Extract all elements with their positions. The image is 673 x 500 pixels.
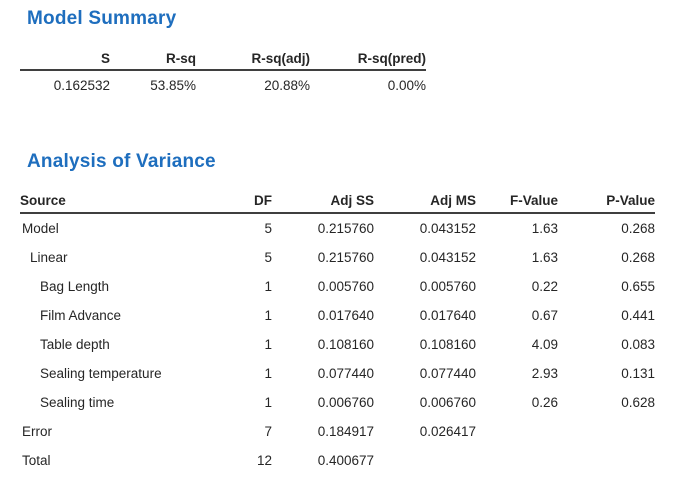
- df-cell: 5: [235, 213, 272, 242]
- column-header-source: Source: [20, 187, 235, 213]
- source-cell: Total: [20, 445, 235, 474]
- p-value-cell: 0.628: [558, 387, 655, 416]
- f-value-cell: 4.09: [476, 329, 558, 358]
- table-row: Sealing time10.0067600.0067600.260.628: [20, 387, 655, 416]
- table-row: 0.162532 53.85% 20.88% 0.00%: [20, 70, 426, 97]
- table-row: Model50.2157600.0431521.630.268: [20, 213, 655, 242]
- source-cell: Table depth: [20, 329, 235, 358]
- df-cell: 1: [235, 329, 272, 358]
- s-value-cell: 0.162532: [20, 70, 110, 97]
- source-cell: Model: [20, 213, 235, 242]
- f-value-cell: 2.93: [476, 358, 558, 387]
- df-cell: 12: [235, 445, 272, 474]
- p-value-cell: [558, 416, 655, 445]
- adj-ms-cell: 0.017640: [374, 300, 476, 329]
- p-value-cell: 0.083: [558, 329, 655, 358]
- table-row: Total120.400677: [20, 445, 655, 474]
- p-value-cell: 0.268: [558, 242, 655, 271]
- model-summary-table: S R-sq R-sq(adj) R-sq(pred) 0.162532 53.…: [20, 46, 426, 97]
- header-row: S R-sq R-sq(adj) R-sq(pred): [20, 46, 426, 70]
- column-header-rsq-pred: R-sq(pred): [310, 46, 426, 70]
- df-cell: 1: [235, 271, 272, 300]
- adj-ms-cell: 0.108160: [374, 329, 476, 358]
- anova-title: Analysis of Variance: [27, 151, 673, 173]
- adj-ms-cell: [374, 445, 476, 474]
- anova-table: Source DF Adj SS Adj MS F-Value P-Value …: [20, 187, 655, 474]
- adj-ms-cell: 0.077440: [374, 358, 476, 387]
- rsq-adj-value-cell: 20.88%: [196, 70, 310, 97]
- column-header-adj-ms: Adj MS: [374, 187, 476, 213]
- column-header-df: DF: [235, 187, 272, 213]
- adj-ms-cell: 0.043152: [374, 242, 476, 271]
- df-cell: 1: [235, 358, 272, 387]
- adj-ss-cell: 0.006760: [272, 387, 374, 416]
- anova-section: Analysis of Variance Source DF Adj SS Ad…: [20, 151, 673, 474]
- f-value-cell: 1.63: [476, 242, 558, 271]
- table-row: Bag Length10.0057600.0057600.220.655: [20, 271, 655, 300]
- f-value-cell: 0.26: [476, 387, 558, 416]
- df-cell: 1: [235, 300, 272, 329]
- table-row: Table depth10.1081600.1081604.090.083: [20, 329, 655, 358]
- column-header-s: S: [20, 46, 110, 70]
- table-row: Linear50.2157600.0431521.630.268: [20, 242, 655, 271]
- adj-ss-cell: 0.184917: [272, 416, 374, 445]
- source-cell: Bag Length: [20, 271, 235, 300]
- adj-ss-cell: 0.017640: [272, 300, 374, 329]
- rsq-value-cell: 53.85%: [110, 70, 196, 97]
- adj-ss-cell: 0.400677: [272, 445, 374, 474]
- f-value-cell: 1.63: [476, 213, 558, 242]
- f-value-cell: 0.67: [476, 300, 558, 329]
- source-cell: Error: [20, 416, 235, 445]
- column-header-rsq-adj: R-sq(adj): [196, 46, 310, 70]
- f-value-cell: 0.22: [476, 271, 558, 300]
- model-summary-title: Model Summary: [27, 8, 673, 30]
- column-header-rsq: R-sq: [110, 46, 196, 70]
- adj-ss-cell: 0.215760: [272, 242, 374, 271]
- table-row: Error70.1849170.026417: [20, 416, 655, 445]
- p-value-cell: 0.131: [558, 358, 655, 387]
- adj-ss-cell: 0.215760: [272, 213, 374, 242]
- adj-ss-cell: 0.077440: [272, 358, 374, 387]
- adj-ss-cell: 0.005760: [272, 271, 374, 300]
- adj-ms-cell: 0.026417: [374, 416, 476, 445]
- df-cell: 5: [235, 242, 272, 271]
- p-value-cell: 0.441: [558, 300, 655, 329]
- column-header-f-value: F-Value: [476, 187, 558, 213]
- df-cell: 1: [235, 387, 272, 416]
- f-value-cell: [476, 416, 558, 445]
- adj-ms-cell: 0.006760: [374, 387, 476, 416]
- source-cell: Film Advance: [20, 300, 235, 329]
- p-value-cell: 0.268: [558, 213, 655, 242]
- table-row: Film Advance10.0176400.0176400.670.441: [20, 300, 655, 329]
- rsq-pred-value-cell: 0.00%: [310, 70, 426, 97]
- source-cell: Linear: [20, 242, 235, 271]
- model-summary-section: Model Summary S R-sq R-sq(adj) R-sq(pred…: [20, 8, 673, 97]
- p-value-cell: [558, 445, 655, 474]
- df-cell: 7: [235, 416, 272, 445]
- p-value-cell: 0.655: [558, 271, 655, 300]
- adj-ms-cell: 0.043152: [374, 213, 476, 242]
- table-row: Sealing temperature10.0774400.0774402.93…: [20, 358, 655, 387]
- adj-ms-cell: 0.005760: [374, 271, 476, 300]
- minitab-output-pane: Model Summary S R-sq R-sq(adj) R-sq(pred…: [0, 0, 673, 474]
- column-header-adj-ss: Adj SS: [272, 187, 374, 213]
- source-cell: Sealing time: [20, 387, 235, 416]
- header-row: Source DF Adj SS Adj MS F-Value P-Value: [20, 187, 655, 213]
- source-cell: Sealing temperature: [20, 358, 235, 387]
- f-value-cell: [476, 445, 558, 474]
- column-header-p-value: P-Value: [558, 187, 655, 213]
- adj-ss-cell: 0.108160: [272, 329, 374, 358]
